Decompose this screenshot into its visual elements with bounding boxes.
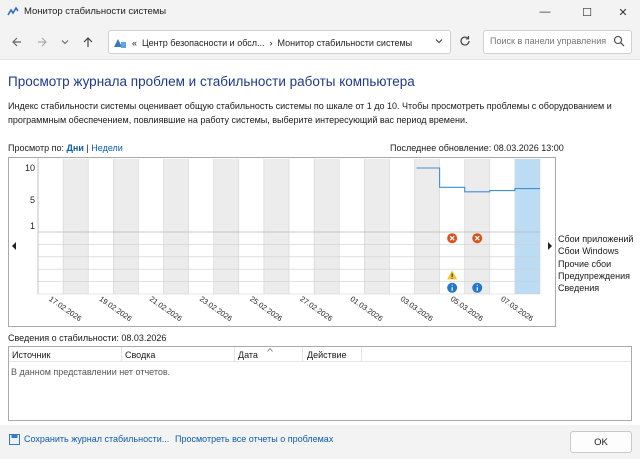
- breadcrumb-security-center[interactable]: Центр безопасности и обсл...: [142, 38, 265, 48]
- search-input[interactable]: [490, 36, 610, 46]
- view-by-selector: Просмотр по: Дни | Недели: [8, 143, 123, 153]
- address-dropdown-chevron-icon[interactable]: [434, 36, 444, 49]
- day-column[interactable]: [88, 159, 114, 294]
- event-row-labels: Сбои приложений Сбои Windows Прочие сбои…: [558, 233, 633, 294]
- day-column[interactable]: [389, 159, 415, 294]
- day-column[interactable]: [514, 159, 540, 294]
- title-bar: Монитор стабильности системы — ☐ ✕: [0, 0, 640, 24]
- reliability-chart-svg[interactable]: 10 5 1 17.02.2026 19.02.2026 21.02.2026 23.02.…: [9, 158, 555, 326]
- y-tick-label: 5: [30, 195, 35, 205]
- row-label-windows-failures: Сбои Windows: [558, 246, 619, 257]
- day-column[interactable]: [414, 159, 440, 294]
- search-icon[interactable]: [613, 35, 625, 49]
- day-column[interactable]: [464, 159, 490, 294]
- close-button[interactable]: ✕: [604, 0, 640, 24]
- forward-arrow-icon[interactable]: [33, 33, 51, 51]
- column-divider: [302, 347, 303, 362]
- view-by-separator: |: [86, 143, 89, 153]
- day-column[interactable]: [213, 159, 239, 294]
- control-panel-icon: [114, 39, 126, 48]
- minimize-button[interactable]: —: [526, 0, 564, 24]
- details-title: Сведения о стабильности: 08.03.2026: [8, 333, 167, 343]
- day-column[interactable]: [339, 159, 365, 294]
- breadcrumb-prefix[interactable]: «: [132, 38, 137, 48]
- info-icon[interactable]: [472, 282, 483, 293]
- empty-table-message: В данном представлении нет отчетов.: [11, 367, 171, 377]
- breadcrumb-separator: ›: [269, 38, 273, 48]
- column-header-date[interactable]: Дата: [238, 350, 258, 360]
- recent-locations-chevron-icon[interactable]: [56, 33, 74, 51]
- up-arrow-icon[interactable]: [79, 33, 97, 51]
- x-date-label: 05.03.2026: [449, 294, 485, 323]
- day-column[interactable]: [364, 159, 390, 294]
- row-label-app-failures: Сбои приложений: [558, 234, 634, 244]
- day-column[interactable]: [163, 159, 189, 294]
- x-date-label: 23.02.2026: [198, 294, 234, 323]
- window-title: Монитор стабильности системы: [24, 6, 167, 17]
- view-by-label: Просмотр по:: [8, 143, 64, 153]
- x-date-label: 21.02.2026: [148, 294, 184, 323]
- save-reliability-history-link[interactable]: Сохранить журнал стабильности...: [24, 434, 169, 444]
- day-column[interactable]: [289, 159, 315, 294]
- x-date-label: 07.03.2026: [499, 294, 535, 323]
- address-bar[interactable]: « Центр безопасности и обсл... › Монитор…: [108, 30, 451, 54]
- footer-bar: Сохранить журнал стабильности... Просмот…: [0, 425, 640, 459]
- app-icon: [7, 6, 19, 16]
- refresh-icon[interactable]: [454, 30, 476, 52]
- day-column[interactable]: [263, 159, 289, 294]
- day-column[interactable]: [63, 159, 89, 294]
- row-label-warnings: Предупреждения: [558, 270, 630, 281]
- column-divider: [361, 347, 362, 362]
- day-column[interactable]: [314, 159, 340, 294]
- maximize-button[interactable]: ☐: [568, 0, 606, 24]
- x-date-label: 25.02.2026: [248, 294, 284, 323]
- x-date-label: 19.02.2026: [98, 294, 134, 323]
- y-tick-label: 1: [30, 221, 35, 231]
- day-column[interactable]: [113, 159, 139, 294]
- error-icon[interactable]: [447, 233, 458, 244]
- view-all-problem-reports-link[interactable]: Просмотреть все отчеты о проблемах: [175, 434, 333, 444]
- save-icon: [9, 434, 20, 445]
- row-label-misc-failures: Прочие сбои: [558, 258, 612, 269]
- search-box[interactable]: [483, 30, 632, 54]
- view-by-weeks-link[interactable]: Недели: [91, 143, 123, 153]
- scroll-right-arrow-icon[interactable]: [548, 242, 552, 250]
- column-divider: [121, 347, 122, 362]
- day-column[interactable]: [238, 159, 264, 294]
- breadcrumb-reliability-monitor[interactable]: Монитор стабильности системы: [278, 38, 413, 48]
- column-header-action[interactable]: Действие: [307, 350, 347, 360]
- x-date-label: 03.03.2026: [399, 294, 435, 323]
- table-header: Источник Сводка Дата Действие: [9, 347, 631, 362]
- day-column[interactable]: [138, 159, 164, 294]
- ok-button[interactable]: OK: [570, 431, 632, 453]
- day-column[interactable]: [188, 159, 214, 294]
- x-date-label: 01.03.2026: [349, 294, 385, 323]
- column-header-summary[interactable]: Сводка: [125, 350, 155, 360]
- reliability-chart[interactable]: 10 5 1 17.02.2026 19.02.2026 21.02.2026 23.02.…: [8, 157, 556, 327]
- x-date-label: 17.02.2026: [47, 294, 83, 323]
- day-column[interactable]: [489, 159, 515, 294]
- row-label-information: Сведения: [558, 283, 600, 294]
- view-by-days-link[interactable]: Дни: [67, 143, 84, 153]
- column-divider: [234, 347, 235, 362]
- back-arrow-icon[interactable]: [8, 33, 26, 51]
- last-update-label: Последнее обновление: 08.03.2026 13:00: [390, 143, 564, 153]
- info-icon[interactable]: [447, 282, 458, 293]
- x-date-label: 27.02.2026: [298, 294, 334, 323]
- column-header-source[interactable]: Источник: [12, 350, 50, 360]
- reports-table[interactable]: Источник Сводка Дата Действие В данном п…: [8, 346, 632, 421]
- sort-ascending-icon: [267, 348, 273, 352]
- day-column[interactable]: [38, 159, 64, 294]
- page-description: Индекс стабильности системы оценивает об…: [8, 101, 612, 125]
- y-tick-label: 10: [25, 163, 35, 173]
- page-title: Просмотр журнала проблем и стабильности …: [8, 74, 415, 89]
- error-icon[interactable]: [472, 233, 483, 244]
